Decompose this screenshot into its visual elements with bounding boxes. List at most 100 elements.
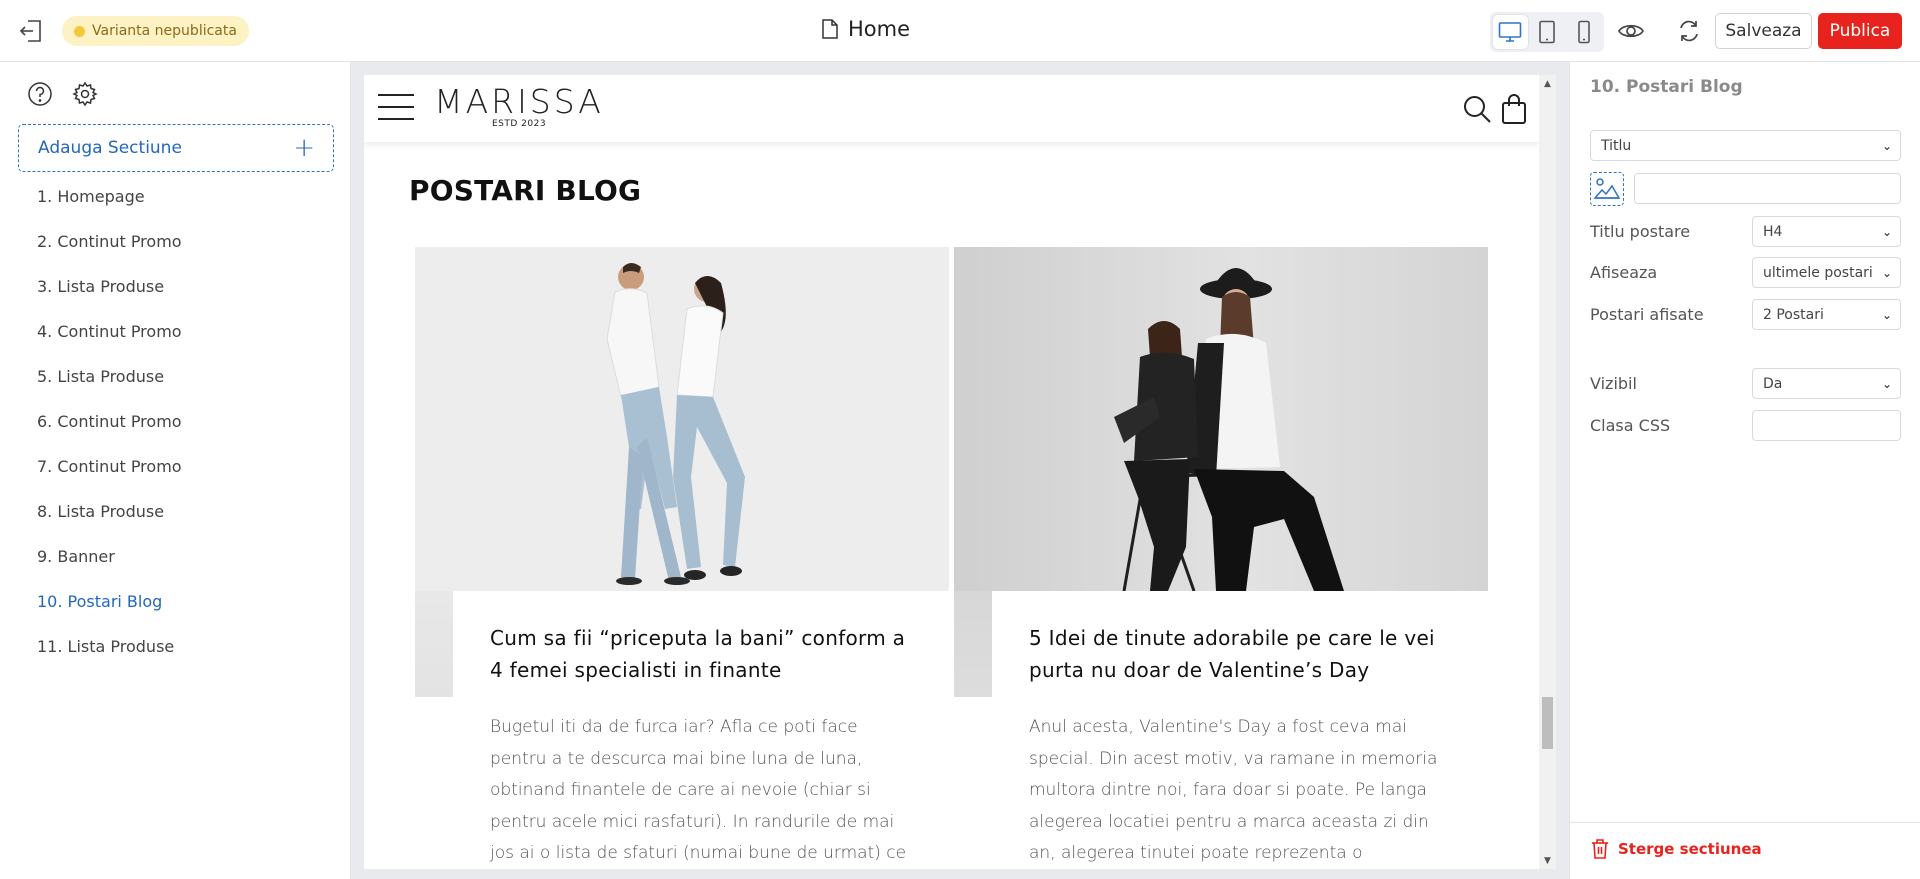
- section-item[interactable]: 7. Continut Promo: [0, 444, 350, 489]
- image-shadow-strip: [415, 591, 453, 697]
- site-cart-button[interactable]: [1500, 93, 1528, 125]
- image-icon: [1593, 178, 1621, 199]
- help-icon: [28, 82, 52, 106]
- trash-icon: [1592, 839, 1608, 859]
- section-item-active[interactable]: 10. Postari Blog: [0, 579, 350, 624]
- scroll-thumb[interactable]: [1542, 697, 1553, 749]
- section-item[interactable]: 11. Lista Produse: [0, 624, 350, 669]
- preview-scrollbar[interactable]: ▲ ▼: [1539, 75, 1556, 869]
- section-item[interactable]: 2. Continut Promo: [0, 219, 350, 264]
- blog-post-image[interactable]: [415, 247, 949, 591]
- section-item[interactable]: 4. Continut Promo: [0, 309, 350, 354]
- show-posts-select[interactable]: ultimele postari ⌄: [1752, 257, 1901, 288]
- show-label: Afiseaza: [1590, 263, 1658, 282]
- chevron-down-icon: ⌄: [1881, 138, 1892, 153]
- section-item[interactable]: 9. Banner: [0, 534, 350, 579]
- site-search-button[interactable]: [1462, 94, 1492, 124]
- add-section-label: Adauga Sectiune: [38, 138, 182, 158]
- menu-icon[interactable]: [378, 94, 414, 120]
- tablet-icon: [1539, 20, 1555, 44]
- sidebar-tools: [26, 80, 99, 108]
- refresh-icon: [1680, 20, 1698, 42]
- posts-shown-value: 2 Postari: [1763, 306, 1824, 323]
- exit-icon: [19, 20, 41, 42]
- blog-post-excerpt: Anul acesta, Valentine's Day a fost ceva…: [1029, 717, 1438, 863]
- chevron-down-icon: ⌄: [1881, 307, 1892, 322]
- section-item[interactable]: 8. Lista Produse: [0, 489, 350, 534]
- section-settings-panel: 10. Postari Blog Titlu ⌄ Titlu postare H…: [1569, 62, 1920, 879]
- heading-type-select[interactable]: Titlu ⌄: [1590, 130, 1901, 161]
- site-preview[interactable]: MARISSA ESTD 2023 POSTARI BLOG Cum sa fi…: [364, 75, 1539, 869]
- section-item[interactable]: 5. Lista Produse: [0, 354, 350, 399]
- posts-shown-select[interactable]: 2 Postari ⌄: [1752, 299, 1901, 330]
- eye-icon: [1618, 24, 1644, 38]
- css-class-label: Clasa CSS: [1590, 416, 1671, 435]
- preview-button[interactable]: [1614, 14, 1648, 48]
- device-switcher: [1490, 12, 1604, 52]
- settings-button[interactable]: [71, 80, 99, 108]
- girls-photo-illustration: [1114, 268, 1344, 591]
- blog-post-card[interactable]: Cum sa fii “priceputa la bani” conform a…: [415, 247, 949, 869]
- image-shadow-strip: [954, 591, 992, 697]
- page-title: Home: [848, 17, 911, 41]
- help-button[interactable]: [26, 80, 54, 108]
- delete-section-label: Sterge sectiunea: [1618, 840, 1762, 858]
- delete-section-button[interactable]: Sterge sectiunea: [1590, 838, 1762, 860]
- sync-button[interactable]: [1672, 14, 1706, 48]
- page-icon: [822, 19, 838, 39]
- visible-value: Da: [1763, 375, 1783, 392]
- tablet-view-button[interactable]: [1530, 15, 1565, 49]
- panel-title: 10. Postari Blog: [1590, 77, 1743, 97]
- site-header: MARISSA ESTD 2023: [364, 75, 1539, 142]
- site-logo[interactable]: MARISSA ESTD 2023: [434, 85, 604, 129]
- blog-post-content: 5 Idei de tinute adorabile pe care le ve…: [992, 591, 1488, 869]
- save-button[interactable]: Salveaza: [1715, 13, 1812, 49]
- publish-button[interactable]: Publica: [1818, 13, 1902, 49]
- mobile-icon: [1577, 20, 1590, 44]
- delete-section-bar: Sterge sectiunea: [1570, 822, 1920, 879]
- chevron-down-icon: ⌄: [1881, 224, 1892, 239]
- preview-canvas-area: MARISSA ESTD 2023 POSTARI BLOG Cum sa fi…: [351, 62, 1569, 879]
- couple-photo-illustration: [415, 247, 949, 591]
- exit-editor-button[interactable]: [16, 16, 46, 46]
- desktop-view-button[interactable]: [1493, 15, 1528, 49]
- unpublished-variant-badge: Varianta nepublicata: [62, 16, 249, 46]
- add-section-button[interactable]: Adauga Sectiune +: [18, 124, 334, 172]
- post-title-select[interactable]: H4 ⌄: [1752, 216, 1901, 247]
- plus-icon: +: [293, 133, 315, 163]
- shopping-bag-icon: [1502, 94, 1526, 124]
- page-selector[interactable]: Home: [822, 14, 910, 44]
- section-item[interactable]: 1. Homepage: [0, 174, 350, 219]
- blog-post-image[interactable]: [954, 247, 1488, 591]
- desktop-icon: [1499, 22, 1522, 42]
- blog-post-card[interactable]: 5 Idei de tinute adorabile pe care le ve…: [954, 247, 1488, 869]
- sections-sidebar: Adauga Sectiune + 1. Homepage 2. Continu…: [0, 62, 351, 879]
- blog-post-excerpt: Bugetul iti da de furca iar? Afla ce pot…: [490, 717, 907, 863]
- chevron-down-icon: ⌄: [1881, 265, 1892, 280]
- scroll-up-arrow-icon[interactable]: ▲: [1539, 75, 1556, 92]
- section-item[interactable]: 3. Lista Produse: [0, 264, 350, 309]
- post-title-label: Titlu postare: [1590, 222, 1691, 241]
- variant-badge-label: Varianta nepublicata: [92, 23, 237, 39]
- chevron-down-icon: ⌄: [1881, 376, 1892, 391]
- post-title-value: H4: [1763, 223, 1783, 240]
- mobile-view-button[interactable]: [1566, 15, 1601, 49]
- show-posts-value: ultimele postari: [1763, 264, 1873, 281]
- heading-type-value: Titlu: [1601, 137, 1632, 154]
- visible-label: Vizibil: [1590, 374, 1637, 393]
- section-item[interactable]: 6. Continut Promo: [0, 399, 350, 444]
- visible-select[interactable]: Da ⌄: [1752, 368, 1901, 399]
- posts-shown-label: Postari afisate: [1590, 305, 1704, 324]
- css-class-input[interactable]: [1752, 410, 1901, 441]
- scroll-down-arrow-icon[interactable]: ▼: [1539, 852, 1556, 869]
- logo-text: MARISSA: [434, 82, 604, 121]
- blog-post-content: Cum sa fii “priceputa la bani” conform a…: [453, 591, 949, 869]
- status-dot-icon: [74, 25, 85, 37]
- blog-section-heading: POSTARI BLOG: [409, 174, 642, 207]
- heading-image-picker[interactable]: [1590, 172, 1624, 206]
- blog-post-title[interactable]: 5 Idei de tinute adorabile pe care le ve…: [1029, 622, 1450, 686]
- heading-text-input[interactable]: [1634, 173, 1901, 204]
- blog-post-title[interactable]: Cum sa fii “priceputa la bani” conform a…: [490, 622, 911, 686]
- top-bar: Varianta nepublicata Home Salveaza Publi…: [0, 0, 1920, 62]
- search-icon: [1464, 96, 1491, 123]
